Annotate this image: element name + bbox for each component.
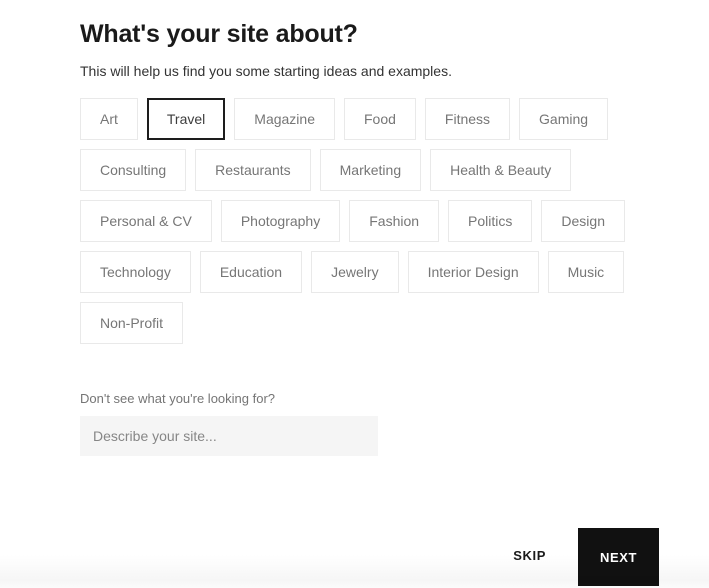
category-chip[interactable]: Magazine <box>234 98 335 140</box>
onboarding-screen: What's your site about? This will help u… <box>0 0 709 588</box>
page-title: What's your site about? <box>80 20 358 48</box>
category-chip-row: Technology Education Jewelry Interior Desig… <box>80 251 680 293</box>
category-chip[interactable]: Gaming <box>519 98 609 140</box>
category-chip[interactable]: Personal & CV <box>80 200 212 242</box>
category-chip[interactable]: Restaurants <box>195 149 311 191</box>
category-chip-row: Non-Profit <box>80 302 680 344</box>
category-chip[interactable]: Marketing <box>319 149 422 191</box>
category-chip[interactable]: Food <box>343 98 416 140</box>
next-button[interactable]: NEXT <box>578 528 659 586</box>
category-chip[interactable]: Fitness <box>424 98 511 140</box>
footer-bar: SKIP NEXT <box>0 508 709 588</box>
describe-site-label: Don't see what you're looking for? <box>80 391 276 406</box>
describe-site-section: Don't see what you're looking for? <box>80 391 400 456</box>
describe-site-input[interactable] <box>80 416 378 456</box>
category-chip-grid: Art Travel Magazine Food Fitness Gaming Consul… <box>80 98 680 353</box>
category-chip[interactable]: Education <box>199 251 303 293</box>
category-chip[interactable]: Non-Profit <box>80 302 184 344</box>
category-chip[interactable]: Technology <box>80 251 191 293</box>
category-chip[interactable]: Fashion <box>349 200 440 242</box>
category-chip[interactable]: Art <box>80 98 138 140</box>
category-chip[interactable]: Photography <box>220 200 341 242</box>
page-subtitle: This will help us find you some starting… <box>80 63 452 79</box>
category-chip[interactable]: Interior Design <box>407 251 539 293</box>
category-chip[interactable]: Politics <box>448 200 533 242</box>
skip-button[interactable]: SKIP <box>513 548 546 563</box>
header: What's your site about? This will help u… <box>80 18 640 80</box>
category-chip[interactable]: Design <box>541 200 625 242</box>
category-chip[interactable]: Jewelry <box>311 251 399 293</box>
category-chip-row: Personal & CV Photography Fashion Politics D… <box>80 200 680 242</box>
category-chip[interactable]: Music <box>547 251 625 293</box>
category-chip[interactable]: Travel <box>146 98 226 140</box>
category-chip-row: Consulting Restaurants Marketing Health & B… <box>80 149 680 191</box>
category-chip-row: Art Travel Magazine Food Fitness Gaming <box>80 98 680 140</box>
category-chip[interactable]: Health & Beauty <box>430 149 572 191</box>
category-chip[interactable]: Consulting <box>80 149 187 191</box>
